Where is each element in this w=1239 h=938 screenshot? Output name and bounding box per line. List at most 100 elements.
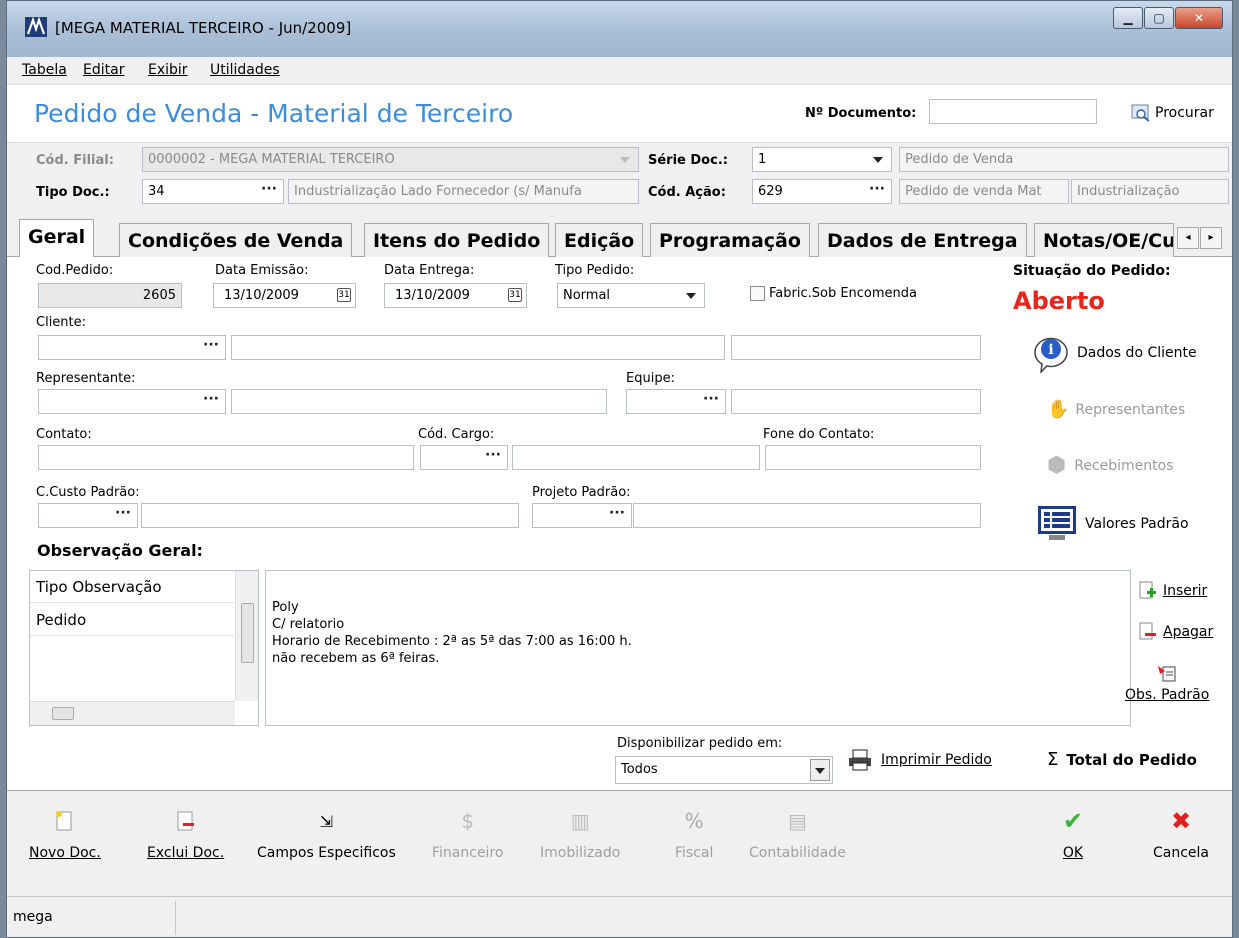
fone-field[interactable] [765, 445, 981, 470]
dados-cliente-button[interactable]: i Dados do Cliente [1029, 333, 1197, 373]
cargo-name-field[interactable] [512, 445, 760, 470]
contabilidade-button[interactable]: ▤ Contabilidade [749, 809, 846, 861]
menu-exibir[interactable]: Exibir [148, 62, 188, 78]
equipe-name-field[interactable] [731, 389, 981, 414]
exclui-doc-button[interactable]: Exclui Doc. [147, 809, 224, 861]
menu-editar[interactable]: Editar [83, 62, 124, 78]
tab-strip: Geral Condições de Venda Itens do Pedido… [7, 219, 1232, 258]
lookup-dots-icon[interactable]: ··· [485, 447, 501, 463]
obs-line: não recebem as 6ª feiras. [272, 651, 440, 666]
fields-icon: ⇲ [319, 811, 334, 831]
acao-code-field[interactable]: 629 ··· [752, 179, 892, 204]
representantes-label: Representantes [1075, 401, 1186, 418]
equipe-code-field[interactable]: ··· [626, 389, 726, 414]
calendar-icon[interactable]: 31 [337, 288, 351, 302]
lookup-dots-icon[interactable]: ··· [869, 181, 885, 197]
list-item[interactable]: Pedido [30, 604, 234, 636]
lookup-dots-icon[interactable]: ··· [703, 391, 719, 407]
data-entrega-field[interactable]: 13/10/2009 31 [384, 283, 527, 308]
add-doc-icon [1139, 581, 1156, 599]
tab-notas[interactable]: Notas/OE/Cu [1034, 223, 1174, 257]
tab-scroll-left-button[interactable]: ◂ [1177, 227, 1199, 249]
disponibilizar-select[interactable]: Todos [615, 756, 833, 784]
obs-padrao-label: Obs. Padrão [1125, 687, 1210, 703]
ledger-icon: ▤ [787, 809, 807, 833]
projeto-name-field[interactable] [633, 503, 981, 528]
cod-pedido-label: Cod.Pedido: [36, 263, 114, 278]
cliente-extra-field[interactable] [731, 335, 981, 360]
representante-code-field[interactable]: ··· [38, 389, 226, 414]
close-button[interactable]: ✕ [1175, 7, 1223, 29]
tab-scroll-right-button[interactable]: ▸ [1200, 227, 1222, 249]
maximize-button[interactable]: ▢ [1144, 7, 1174, 29]
ccusto-code-field[interactable]: ··· [38, 503, 138, 528]
valores-padrao-label: Valores Padrão [1085, 516, 1189, 532]
lookup-dots-icon[interactable]: ··· [203, 391, 219, 407]
equipe-label: Equipe: [626, 371, 675, 386]
tab-geral[interactable]: Geral [19, 219, 95, 258]
imobilizado-button[interactable]: ▥ Imobilizado [540, 809, 620, 861]
doc-number-input[interactable] [929, 99, 1097, 124]
menu-utilidades[interactable]: Utilidades [210, 62, 280, 78]
representante-label: Representante: [36, 371, 136, 386]
ccusto-name-field[interactable] [141, 503, 519, 528]
financeiro-button[interactable]: $ Financeiro [432, 809, 503, 861]
scroll-thumb[interactable] [52, 707, 74, 720]
serie-value: 1 [758, 152, 767, 167]
inserir-button[interactable]: Inserir [1137, 581, 1207, 601]
obs-textarea[interactable]: Poly C/ relatorio Horario de Recebimento… [265, 570, 1131, 726]
data-emissao-field[interactable]: 13/10/2009 31 [213, 283, 356, 308]
representantes-button[interactable]: ✋ Representantes [1047, 399, 1185, 420]
fiscal-button[interactable]: % Fiscal [675, 809, 713, 861]
filial-select[interactable]: 0000002 - MEGA MATERIAL TERCEIRO [142, 147, 639, 172]
cliente-name-field[interactable] [231, 335, 725, 360]
lookup-dots-icon[interactable]: ··· [203, 337, 219, 353]
obs-list-header: Tipo Observação [30, 571, 234, 603]
serie-select[interactable]: 1 [752, 147, 892, 172]
fone-label: Fone do Contato: [763, 427, 875, 442]
cliente-code-field[interactable]: ··· [38, 335, 226, 360]
cod-cargo-field[interactable]: ··· [420, 445, 508, 470]
imprimir-button[interactable]: Imprimir Pedido [847, 749, 992, 771]
ok-label: OK [1062, 845, 1084, 861]
minimize-button[interactable]: ▁ [1113, 7, 1143, 29]
lookup-dots-icon[interactable]: ··· [261, 181, 277, 197]
recebimentos-button[interactable]: ⬢ Recebimentos [1047, 453, 1174, 478]
obs-list-hscrollbar[interactable] [30, 701, 235, 725]
obs-padrao-button[interactable]: Obs. Padrão [1125, 663, 1209, 703]
tipo-pedido-select[interactable]: Normal [557, 283, 705, 308]
calendar-icon[interactable]: 31 [508, 288, 522, 302]
tab-programacao[interactable]: Programação [650, 223, 810, 257]
tab-itens-pedido[interactable]: Itens do Pedido [364, 223, 550, 257]
acao-desc1-field: Pedido de venda Mat [899, 179, 1069, 204]
data-emissao-value: 13/10/2009 [224, 288, 299, 303]
tab-edicao[interactable]: Edição [555, 223, 644, 257]
tab-dados-entrega[interactable]: Dados de Entrega [818, 223, 1027, 257]
cancela-button[interactable]: ✖ Cancela [1153, 807, 1209, 861]
apagar-button[interactable]: Apagar [1137, 622, 1213, 642]
scroll-thumb[interactable] [241, 603, 254, 663]
imobilizado-label: Imobilizado [540, 845, 621, 861]
representante-name-field[interactable] [231, 389, 607, 414]
contabilidade-label: Contabilidade [749, 845, 846, 861]
ok-button[interactable]: ✔ OK [1061, 807, 1085, 861]
tipo-doc-code-field[interactable]: 34 ··· [142, 179, 284, 204]
data-entrega-value: 13/10/2009 [395, 288, 470, 303]
tab-condicoes-venda[interactable]: Condições de Venda [119, 223, 353, 257]
lookup-dots-icon[interactable]: ··· [609, 505, 625, 521]
sigma-icon: Σ [1047, 749, 1059, 770]
projeto-code-field[interactable]: ··· [532, 503, 632, 528]
lookup-dots-icon[interactable]: ··· [115, 505, 131, 521]
dropdown-button[interactable] [810, 759, 830, 781]
search-button[interactable]: Procurar [1131, 104, 1214, 122]
campos-especificos-button[interactable]: ⇲ Campos Especificos [257, 809, 396, 862]
obs-line: Horario de Recebimento : 2ª as 5ª das 7:… [272, 634, 632, 649]
total-pedido-button[interactable]: Σ Total do Pedido [1047, 749, 1197, 770]
contato-field[interactable] [38, 445, 414, 470]
fabric-checkbox[interactable] [750, 286, 765, 301]
obs-list-vscrollbar[interactable] [235, 571, 258, 701]
handshake-icon: ✋ [1047, 399, 1070, 420]
valores-padrao-button[interactable]: Valores Padrão [1035, 504, 1189, 544]
novo-doc-button[interactable]: Novo Doc. [29, 809, 101, 861]
menu-tabela[interactable]: Tabela [22, 62, 67, 78]
